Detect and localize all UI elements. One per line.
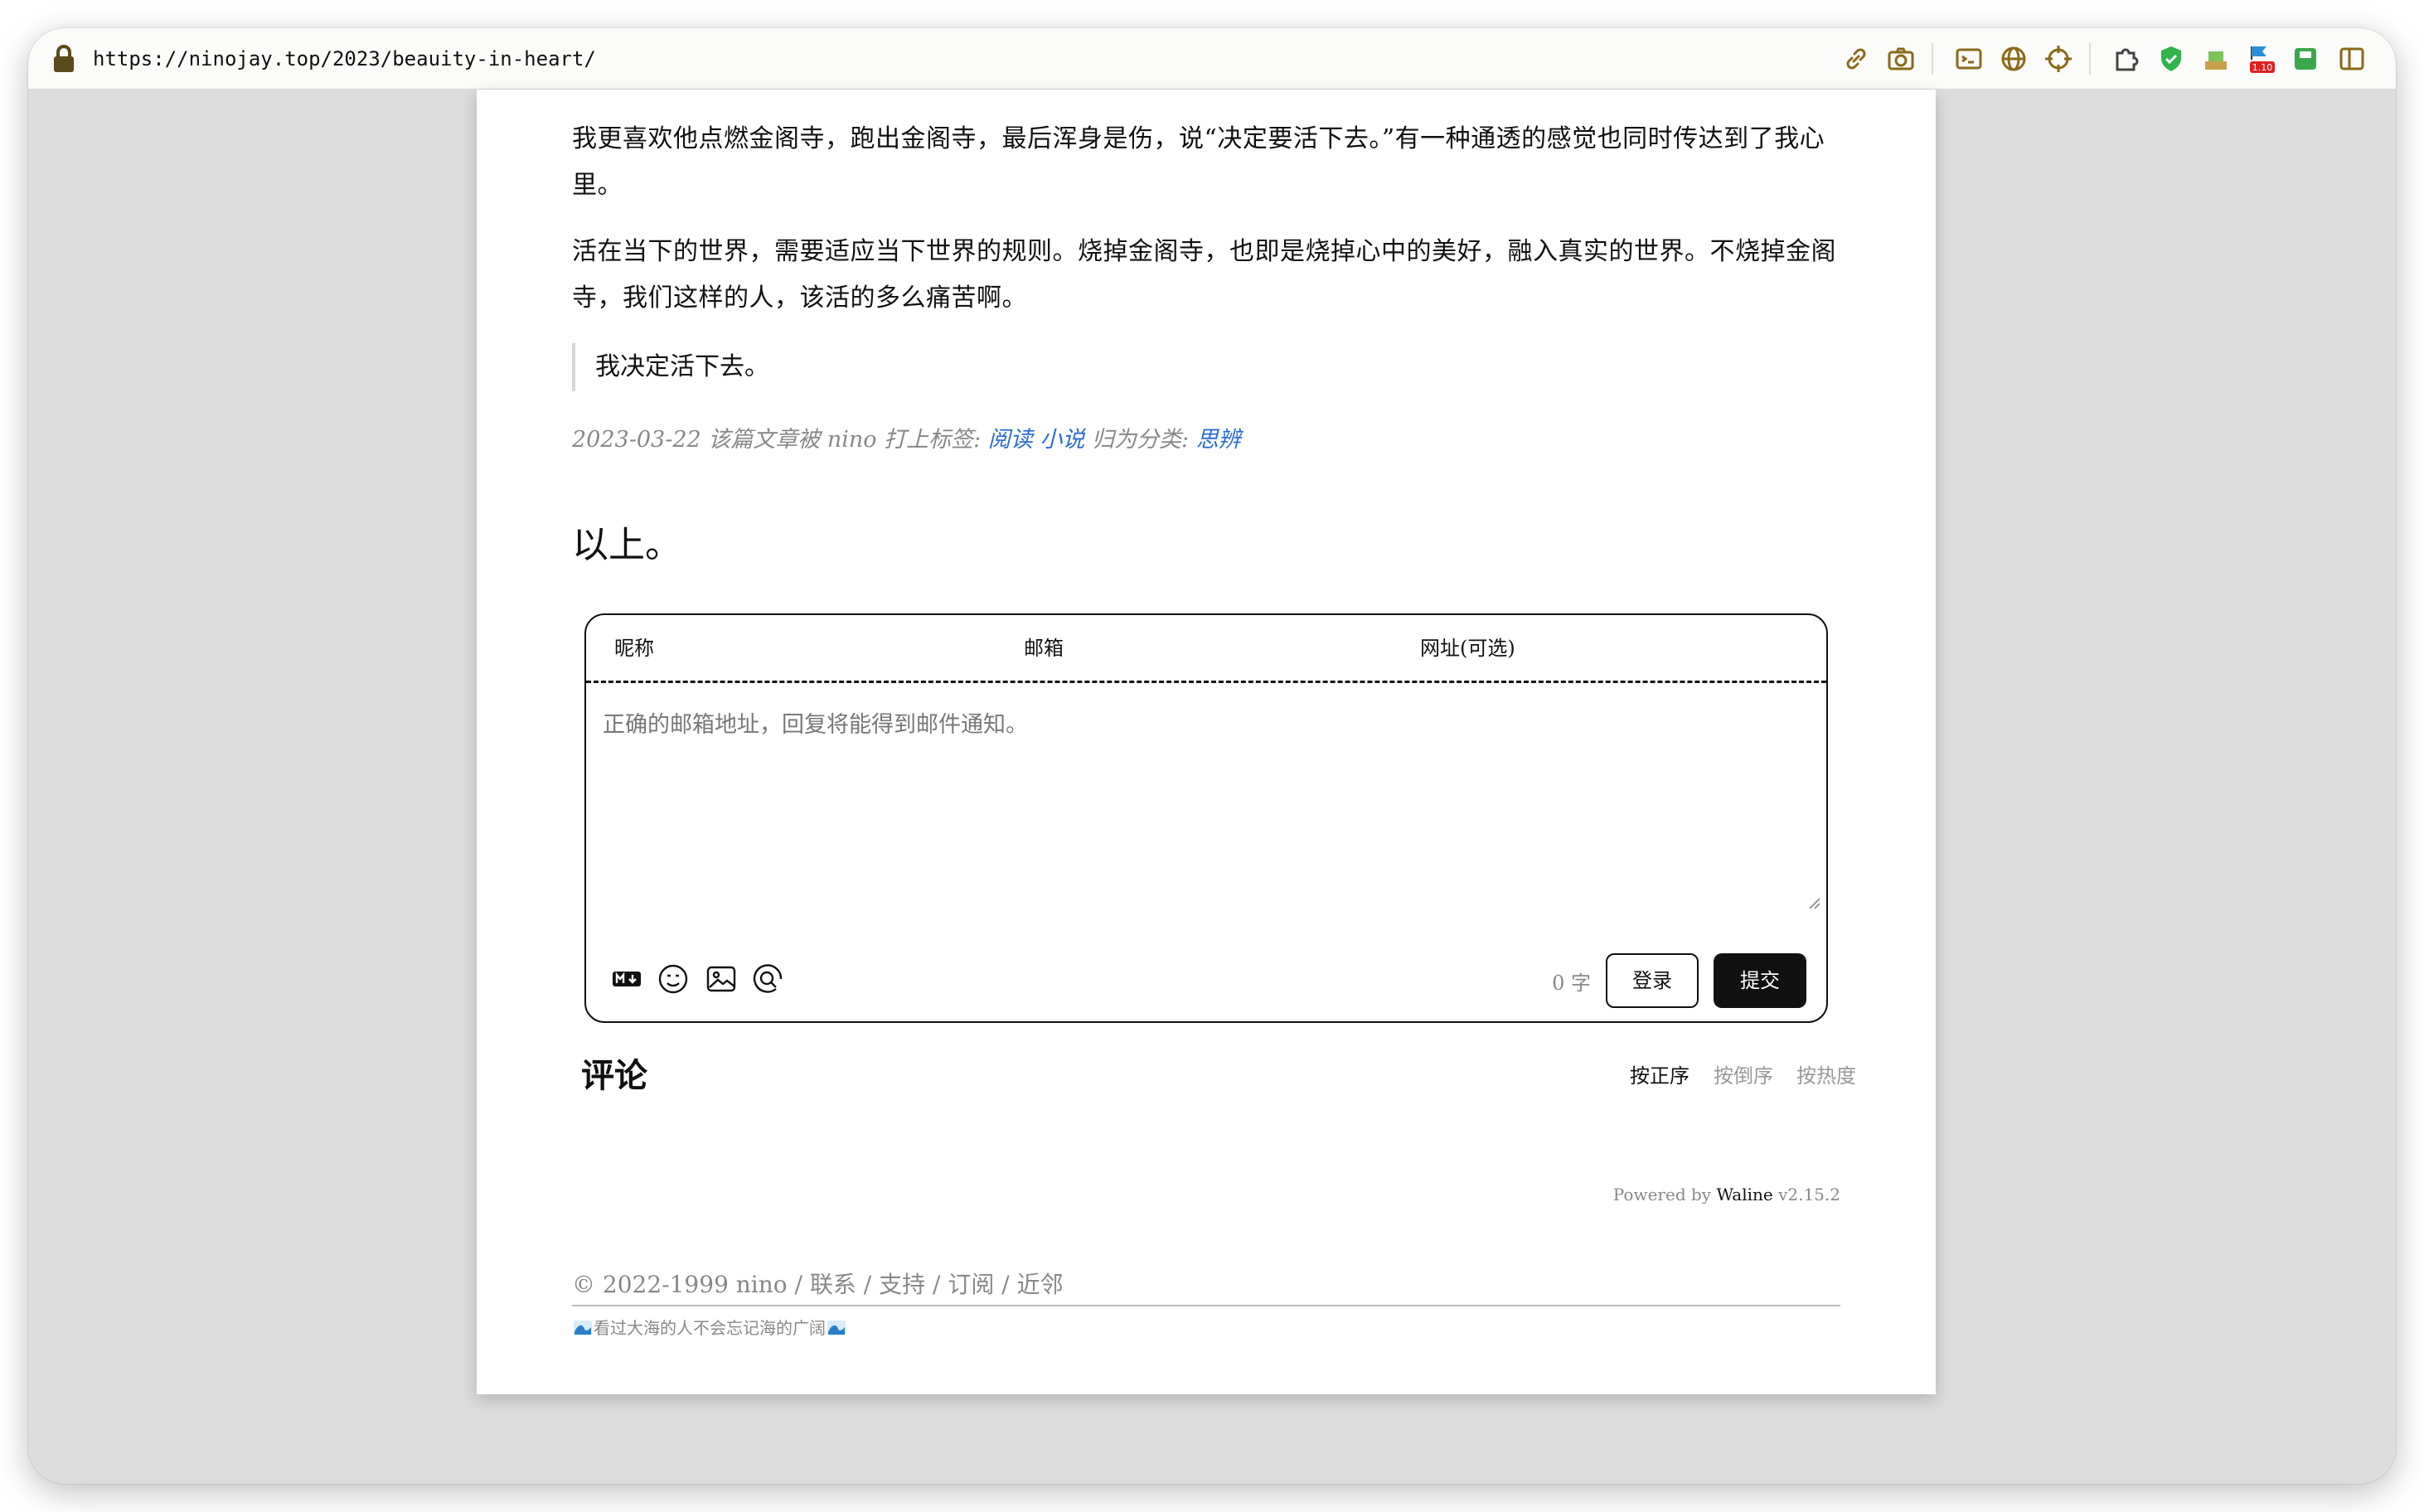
footer-motto: 看过大海的人不会忘记海的广阔 xyxy=(572,1315,847,1341)
markdown-icon[interactable] xyxy=(609,962,644,996)
comment-form: 昵称 邮箱 网址(可选) 正确的邮箱地址，回复将能得到邮件通知。 0 字 登录 … xyxy=(584,613,1828,1023)
comment-fields: 昵称 邮箱 网址(可选) xyxy=(586,615,1826,683)
sidebar-icon[interactable] xyxy=(2336,43,2368,75)
extension-toolbar: 1.10 xyxy=(1816,28,2396,90)
save-page-icon[interactable] xyxy=(2290,43,2321,75)
flag-badge-icon[interactable]: 1.10 xyxy=(2245,43,2276,75)
tagged-text: 该篇文章被 nino 打上标签: xyxy=(708,427,982,453)
tag-link-novel[interactable]: 小说 xyxy=(1040,427,1084,453)
preview-icon[interactable] xyxy=(750,962,785,996)
category-link[interactable]: 思辨 xyxy=(1196,427,1241,453)
waline-version: v2.15.2 xyxy=(1778,1185,1840,1204)
link-icon[interactable] xyxy=(1840,43,1872,75)
blockquote: 我决定活下去。 xyxy=(572,343,769,391)
closing-heading: 以上。 xyxy=(572,524,681,566)
plant-icon[interactable] xyxy=(2200,43,2232,75)
crosshair-icon[interactable] xyxy=(2043,43,2074,75)
article-paragraph: 活在当下的世界，需要适应当下世界的规则。烧掉金阁寺，也即是烧掉心中的美好，融入真… xyxy=(572,237,1836,313)
footer-divider xyxy=(572,1305,1840,1306)
post-date: 2023-03-22 xyxy=(572,427,701,453)
camera-icon[interactable] xyxy=(1885,43,1917,75)
sort-asc-button[interactable]: 按正序 xyxy=(1630,1059,1690,1093)
sort-desc-button[interactable]: 按倒序 xyxy=(1714,1059,1773,1093)
login-button[interactable]: 登录 xyxy=(1606,953,1699,1008)
badge-text: 1.10 xyxy=(2252,62,2273,73)
char-count: 0 字 xyxy=(1552,972,1591,995)
comments-title: 评论 xyxy=(581,1056,647,1095)
nick-input[interactable]: 昵称 xyxy=(614,615,1004,681)
article-paragraph: 我更喜欢他点燃金阁寺，跑出金阁寺，最后浑身是伤，说“决定要活下去。”有一种通透的… xyxy=(572,124,1825,200)
tag-link-reading[interactable]: 阅读 xyxy=(988,427,1033,453)
image-upload-icon[interactable] xyxy=(704,962,739,996)
toolbar-separator xyxy=(1932,43,1933,75)
wave-icon xyxy=(827,1321,846,1335)
footer-links[interactable]: © 2022-1999 nino / 联系 / 支持 / 订阅 / 近邻 xyxy=(572,1267,1064,1303)
resize-handle-icon[interactable] xyxy=(1808,897,1821,910)
puzzle-icon[interactable] xyxy=(2111,43,2142,75)
lock-icon xyxy=(54,45,74,72)
post-meta: 2023-03-22 该篇文章被 nino 打上标签: 阅读 小说 归为分类: … xyxy=(572,419,1241,461)
category-text: 归为分类: xyxy=(1091,427,1190,453)
website-input[interactable]: 网址(可选) xyxy=(1420,615,1810,681)
terminal-icon[interactable] xyxy=(1953,43,1985,75)
shield-icon[interactable] xyxy=(2155,43,2187,75)
powered-by: Powered by Waline v2.15.2 xyxy=(1613,1182,1840,1207)
submit-button[interactable]: 提交 xyxy=(1714,953,1806,1008)
page-content: 我更喜欢他点燃金阁寺，跑出金阁寺，最后浑身是伤，说“决定要活下去。”有一种通透的… xyxy=(477,90,1936,1394)
comment-textarea[interactable]: 正确的邮箱地址，回复将能得到邮件通知。 xyxy=(603,706,1028,739)
email-input[interactable]: 邮箱 xyxy=(1024,615,1413,681)
wave-icon xyxy=(574,1321,592,1335)
url-text[interactable]: https://ninojay.top/2023/beauity-in-hear… xyxy=(93,28,596,90)
address-bar[interactable]: https://ninojay.top/2023/beauity-in-hear… xyxy=(28,28,2396,90)
browser-window: https://ninojay.top/2023/beauity-in-hear… xyxy=(28,28,2396,1484)
powered-prefix: Powered by xyxy=(1612,1185,1712,1204)
toolbar-separator xyxy=(2089,43,2091,75)
waline-link[interactable]: Waline xyxy=(1716,1185,1772,1204)
emoji-icon[interactable] xyxy=(656,962,691,996)
sort-hot-button[interactable]: 按热度 xyxy=(1796,1059,1856,1093)
globe-icon[interactable] xyxy=(1998,43,2029,75)
motto-text: 看过大海的人不会忘记海的广阔 xyxy=(594,1318,826,1338)
